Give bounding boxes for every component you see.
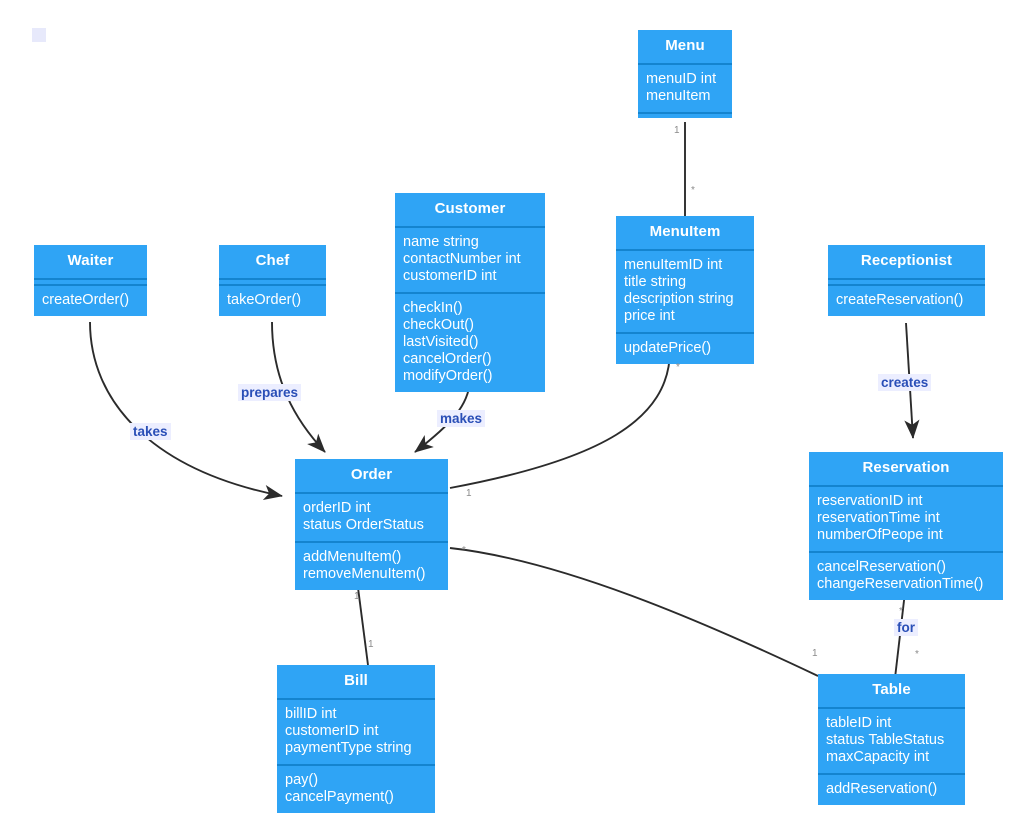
uml-class-menu[interactable]: Menu menuID int menuItem: [638, 30, 732, 118]
multiplicity-menuitem-top: *: [691, 185, 695, 196]
class-title-order: Order: [350, 466, 393, 483]
class-methods-bill: pay() cancelPayment(): [277, 766, 435, 813]
uml-class-table[interactable]: Table tableID int status TableStatus max…: [818, 674, 965, 805]
attribute-line: maxCapacity int: [826, 749, 930, 765]
attribute-line: customerID int: [403, 268, 497, 284]
class-attributes-reservation: reservationID int reservationTime int nu…: [809, 487, 1003, 551]
method-line: cancelPayment(): [285, 789, 394, 805]
method-line: cancelReservation(): [817, 559, 946, 575]
method-line: addReservation(): [826, 781, 938, 797]
class-methods-menuitem: updatePrice(): [616, 334, 754, 364]
method-line: checkIn(): [403, 300, 463, 316]
method-line: changeReservationTime(): [817, 576, 984, 592]
attribute-line: title string: [624, 274, 687, 290]
attribute-line: customerID int: [285, 723, 379, 739]
attribute-line: menuItemID int: [624, 257, 723, 273]
class-methods-table: addReservation(): [818, 775, 965, 805]
attribute-line: description string: [624, 291, 734, 307]
attribute-line: menuID int: [646, 71, 717, 87]
class-title-reservation: Reservation: [862, 459, 950, 476]
edge-label-creates: creates: [878, 374, 932, 391]
method-line: createReservation(): [836, 292, 964, 308]
class-title-customer: Customer: [434, 200, 506, 217]
method-line: addMenuItem(): [303, 549, 402, 565]
class-attributes-menu: menuID int menuItem: [638, 65, 732, 112]
class-attributes-order: orderID int status OrderStatus: [295, 494, 448, 541]
uml-class-bill[interactable]: Bill billID int customerID int paymentTy…: [277, 665, 435, 813]
method-line: modifyOrder(): [403, 368, 493, 384]
class-methods-menu: [638, 114, 732, 118]
class-methods-order: addMenuItem() removeMenuItem(): [295, 543, 448, 590]
uml-class-chef[interactable]: Chef takeOrder(): [219, 245, 326, 316]
class-title-menuitem: MenuItem: [649, 223, 721, 240]
attribute-line: orderID int: [303, 500, 371, 516]
class-title-menu: Menu: [665, 37, 705, 54]
edge-label-takes: takes: [130, 423, 171, 440]
edge-label-makes: makes: [437, 410, 486, 427]
edge-label-prepares: prepares: [238, 384, 302, 401]
class-methods-reservation: cancelReservation() changeReservationTim…: [809, 553, 1003, 600]
uml-class-menuitem[interactable]: MenuItem menuItemID int title string des…: [616, 216, 754, 364]
attribute-line: numberOfPeope int: [817, 527, 943, 543]
class-methods-customer: checkIn() checkOut() lastVisited() cance…: [395, 294, 545, 392]
method-line: createOrder(): [42, 292, 130, 308]
uml-class-waiter[interactable]: Waiter createOrder(): [34, 245, 147, 316]
method-line: takeOrder(): [227, 292, 302, 308]
uml-class-diagram-canvas: Menu menuID int menuItem MenuItem menuIt…: [0, 0, 1034, 834]
edge-label-for: for: [894, 619, 918, 636]
attribute-line: tableID int: [826, 715, 892, 731]
class-attributes-menuitem: menuItemID int title string description …: [616, 251, 754, 332]
multiplicity-reservation-bottom: *: [899, 606, 903, 617]
attribute-line: paymentType string: [285, 740, 412, 756]
uml-class-reservation[interactable]: Reservation reservationID int reservatio…: [809, 452, 1003, 600]
multiplicity-bill-top: 1: [368, 639, 374, 650]
attribute-line: menuItem: [646, 88, 711, 104]
attribute-line: price int: [624, 308, 675, 324]
uml-class-customer[interactable]: Customer name string contactNumber int c…: [395, 193, 545, 392]
class-methods-receptionist: createReservation(): [828, 286, 985, 316]
class-title-chef: Chef: [255, 252, 290, 269]
uml-class-receptionist[interactable]: Receptionist createReservation(): [828, 245, 985, 316]
uml-class-order[interactable]: Order orderID int status OrderStatus add…: [295, 459, 448, 590]
method-line: checkOut(): [403, 317, 474, 333]
class-methods-chef: takeOrder(): [219, 286, 326, 316]
class-methods-waiter: createOrder(): [34, 286, 147, 316]
edge-waiter-order: [89, 321, 283, 500]
attribute-line: contactNumber int: [403, 251, 521, 267]
class-title-bill: Bill: [344, 672, 368, 689]
edge-order-table: [449, 547, 819, 677]
method-line: pay(): [285, 772, 319, 788]
multiplicity-table-top: *: [915, 649, 919, 660]
attribute-line: name string: [403, 234, 479, 250]
attribute-line: reservationTime int: [817, 510, 940, 526]
multiplicity-order-right-top: 1: [466, 488, 472, 499]
multiplicity-table-left: 1: [812, 648, 818, 659]
attribute-line: status TableStatus: [826, 732, 945, 748]
class-title-receptionist: Receptionist: [860, 252, 953, 269]
method-line: lastVisited(): [403, 334, 479, 350]
method-line: removeMenuItem(): [303, 566, 426, 582]
method-line: cancelOrder(): [403, 351, 492, 367]
class-attributes-bill: billID int customerID int paymentType st…: [277, 700, 435, 764]
multiplicity-menu-bottom: 1: [674, 125, 680, 136]
attribute-line: billID int: [285, 706, 337, 722]
corner-artifact: [32, 28, 46, 42]
class-title-waiter: Waiter: [67, 252, 114, 269]
multiplicity-order-bottom: 1: [354, 591, 360, 602]
multiplicity-menuitem-bottom: *: [676, 362, 680, 373]
class-attributes-customer: name string contactNumber int customerID…: [395, 228, 545, 292]
class-attributes-table: tableID int status TableStatus maxCapaci…: [818, 709, 965, 773]
multiplicity-order-right-bottom: *: [462, 545, 466, 556]
attribute-line: status OrderStatus: [303, 517, 424, 533]
attribute-line: reservationID int: [817, 493, 923, 509]
class-title-table: Table: [872, 681, 911, 698]
method-line: updatePrice(): [624, 340, 712, 356]
